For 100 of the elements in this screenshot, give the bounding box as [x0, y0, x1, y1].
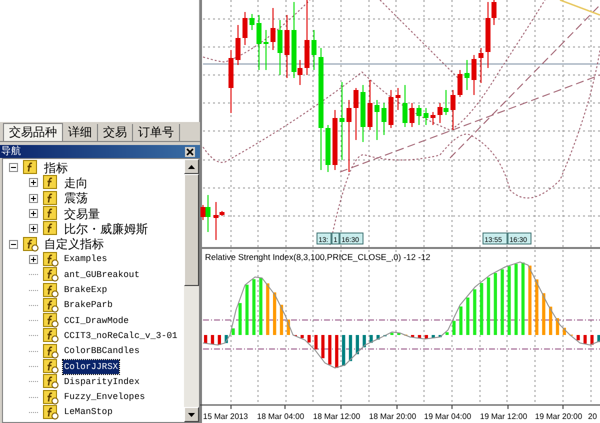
tree-item[interactable]: 走向: [63, 176, 89, 190]
histogram-bar: [300, 335, 304, 338]
tree-item[interactable]: Fuzzy_Envelopes: [63, 390, 146, 404]
tree-item[interactable]: Examples: [63, 252, 108, 266]
histogram-bar: [280, 304, 284, 335]
tree-item[interactable]: 比尔・威廉姆斯: [63, 222, 149, 236]
tree-item[interactable]: 指标: [43, 160, 69, 175]
histogram-bar: [432, 335, 435, 338]
tree-item[interactable]: ColorJJRSX: [63, 360, 120, 374]
candle: [270, 8, 276, 50]
candle: [458, 70, 462, 98]
tree-item[interactable]: DisparityIndex: [63, 374, 141, 389]
time-axis-label: 18 Mar 20:00: [369, 412, 416, 421]
candle: [382, 102, 386, 136]
histogram-bar: [362, 335, 366, 348]
tree-item[interactable]: BrakeExp: [63, 283, 108, 298]
histogram-bar: [500, 269, 504, 335]
histogram-bar: [252, 279, 256, 335]
scroll-down-icon[interactable]: [188, 412, 195, 416]
tree-item[interactable]: 交易量: [63, 206, 101, 221]
custom-indicator-icon: [43, 344, 59, 359]
custom-indicator-icon: [43, 404, 59, 420]
candle: [284, 14, 290, 78]
expand-toggle[interactable]: [29, 178, 38, 188]
histogram-bar: [424, 335, 428, 339]
expand-toggle[interactable]: [29, 194, 38, 203]
histogram-bar: [576, 335, 580, 340]
scrollbar[interactable]: [184, 159, 199, 422]
histogram-bar: [273, 292, 276, 335]
histogram-bar: [314, 335, 318, 350]
histogram-bar: [446, 332, 449, 335]
candle: [264, 30, 268, 70]
custom-indicator-icon: [43, 313, 59, 328]
indicator-icon: [43, 206, 59, 222]
candle: [332, 110, 338, 170]
histogram-bar: [418, 335, 422, 338]
tree-item[interactable]: ant_GUBreakout: [63, 268, 141, 282]
candle: [326, 124, 330, 172]
histogram-bar: [232, 328, 235, 335]
histogram-bar: [342, 335, 346, 366]
histogram-bar: [370, 335, 373, 343]
histogram-bar: [204, 335, 208, 344]
tree-item[interactable]: BrakeParb: [63, 298, 114, 312]
histogram-bar: [238, 303, 242, 335]
histogram-bar: [286, 320, 290, 335]
candle: [450, 90, 456, 130]
candle: [402, 84, 408, 128]
candle: [472, 54, 476, 96]
tree-item[interactable]: ColorBBCandles: [63, 344, 141, 358]
histogram-bar: [218, 335, 221, 345]
candle: [368, 80, 372, 130]
time-axis-label: 18 Mar 12:00: [313, 412, 360, 421]
tree-item[interactable]: CCIT3_noReCalc_v_3-01: [63, 328, 178, 343]
candle: [256, 14, 262, 70]
candle: [360, 84, 366, 142]
histogram-bar: [376, 335, 380, 340]
tree-item[interactable]: 震荡: [63, 191, 89, 206]
candle: [464, 60, 470, 90]
tree-item[interactable]: LeManStop: [63, 405, 114, 420]
histogram-bar: [535, 279, 538, 335]
tree-item[interactable]: CCI_DrawMode: [63, 314, 130, 328]
histogram-bar: [473, 289, 476, 335]
expand-toggle[interactable]: [29, 224, 38, 234]
expand-toggle[interactable]: [9, 240, 18, 249]
expand-toggle[interactable]: [9, 163, 18, 172]
expand-toggle[interactable]: [29, 254, 38, 264]
candle: [478, 48, 484, 84]
histogram-bar: [486, 277, 490, 335]
tab[interactable]: 交易品种: [3, 123, 63, 141]
candle: [374, 100, 380, 140]
histogram-bar: [556, 318, 560, 335]
candle: [424, 108, 428, 126]
custom-indicator-icon: [43, 328, 59, 344]
scroll-up-icon[interactable]: [188, 164, 195, 168]
histogram-bar: [328, 335, 332, 365]
indicator-icon: [43, 190, 59, 206]
histogram-bar: [480, 283, 484, 335]
candle: [228, 50, 234, 114]
expand-toggle[interactable]: [29, 209, 38, 218]
histogram-bar: [459, 306, 462, 335]
histogram-bar: [397, 332, 400, 335]
tree-item[interactable]: 自定义指标: [43, 237, 105, 252]
histogram-bar: [549, 306, 552, 335]
candle: [312, 30, 316, 70]
close-icon[interactable]: [185, 146, 195, 156]
histogram-bar: [390, 332, 394, 335]
indicator-label: Relative Strenght Index(8,3,100,PRICE_CLOSE_,0) -12 -12: [205, 252, 430, 262]
candle: [354, 88, 358, 140]
time-axis-label: 20: [588, 412, 597, 421]
histogram-bar: [335, 335, 338, 368]
histogram-bar: [542, 293, 546, 335]
histogram-bar: [528, 266, 532, 335]
scrollbar-thumb[interactable]: [184, 174, 199, 286]
time-axis-label: 19 Mar 20:00: [535, 412, 582, 421]
candle: [250, 14, 254, 30]
candle: [388, 90, 394, 128]
histogram-bar: [590, 335, 594, 345]
candle: [396, 88, 400, 110]
custom-indicator-icon: [43, 374, 59, 390]
custom-indicator-icon: [43, 359, 59, 374]
